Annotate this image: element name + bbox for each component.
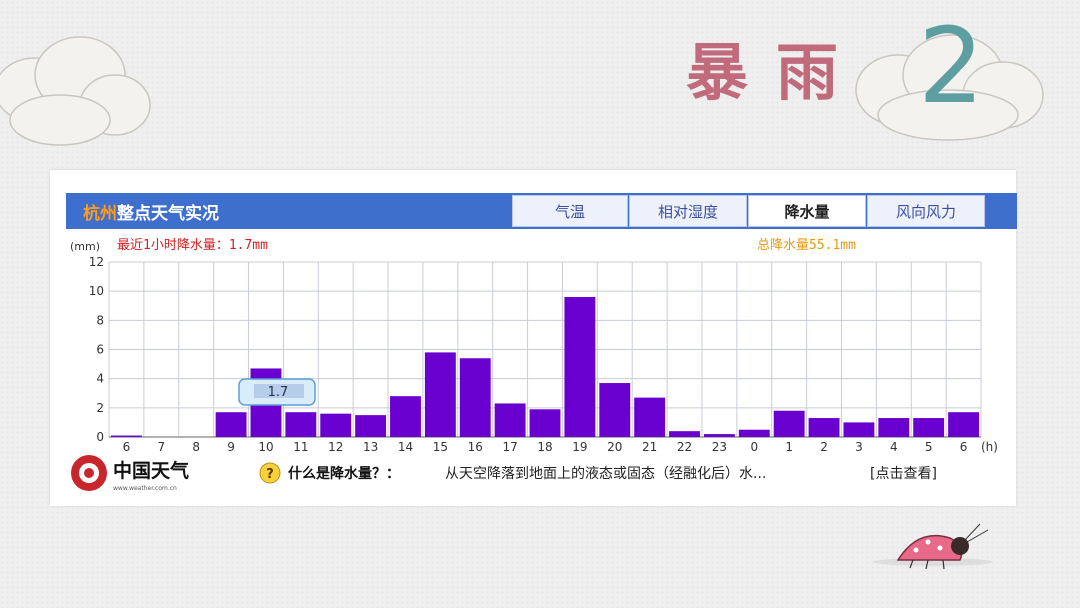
x-tick-label: 7 [157, 440, 165, 454]
bar[interactable] [320, 413, 352, 437]
bar[interactable] [948, 412, 979, 437]
x-tick-label: 11 [293, 440, 308, 454]
bar[interactable] [355, 415, 387, 437]
bar[interactable] [494, 403, 526, 437]
help-icon[interactable]: ? [259, 462, 281, 484]
x-tick-label: 16 [468, 440, 483, 454]
x-tick-label: 10 [258, 440, 273, 454]
x-tick-label: 14 [398, 440, 413, 454]
y-axis-unit: (mm) [70, 240, 100, 253]
bar[interactable] [459, 358, 491, 437]
svg-text:?: ? [266, 467, 274, 482]
y-tick-label: 0 [96, 430, 104, 444]
logo-text: 中国天气 [113, 459, 189, 482]
bar[interactable] [913, 418, 945, 437]
logo-url: www.weather.com.cn [113, 485, 177, 492]
bar[interactable] [529, 409, 561, 437]
x-tick-label: 19 [572, 440, 587, 454]
x-tick-label: 9 [227, 440, 235, 454]
x-tick-label: 22 [677, 440, 692, 454]
x-axis-unit: (h) [981, 440, 998, 454]
x-tick-label: 21 [642, 440, 657, 454]
ladybug-decoration [873, 523, 993, 570]
x-tick-label: 5 [925, 440, 933, 454]
bar[interactable] [564, 297, 596, 437]
bar[interactable] [285, 412, 317, 437]
bar[interactable] [773, 410, 805, 437]
x-tick-label: 18 [537, 440, 552, 454]
bar[interactable] [669, 431, 700, 437]
x-tick-label: 15 [433, 440, 448, 454]
cloud-left-decoration [0, 36, 151, 146]
bar[interactable] [599, 383, 631, 437]
faq-question: 什么是降水量？： [288, 465, 400, 482]
weather-widget: 杭州整点天气实况 气温 相对湿度 降水量 风向风力 最近1小时降水量：1.7mm… [50, 170, 1017, 506]
bar[interactable] [111, 435, 142, 437]
recent-precip-text: 最近1小时降水量：1.7mm [117, 238, 268, 253]
x-tick-label: 6 [960, 440, 968, 454]
faq-answer: 从天空降落到地面上的液态或固态（经融化后）水... [445, 466, 766, 482]
bar[interactable] [738, 429, 770, 437]
x-tick-label: 23 [712, 440, 727, 454]
bar[interactable] [878, 418, 910, 437]
bar[interactable] [215, 412, 247, 437]
bar[interactable] [703, 434, 735, 437]
x-tick-label: 6 [123, 440, 131, 454]
y-tick-label: 12 [89, 255, 104, 269]
x-tick-label: 20 [607, 440, 622, 454]
bar[interactable] [634, 397, 666, 437]
y-tick-label: 2 [96, 401, 104, 415]
slide-title: 暴雨 [686, 36, 867, 109]
x-tick-label: 4 [890, 440, 898, 454]
y-tick-label: 6 [96, 343, 104, 357]
y-tick-label: 4 [96, 372, 104, 386]
x-tick-label: 2 [820, 440, 828, 454]
y-tick-label: 10 [89, 284, 104, 298]
weather-logo [71, 455, 107, 491]
faq-link[interactable]: [点击查看] [870, 466, 937, 482]
bar[interactable] [808, 418, 840, 437]
x-tick-label: 1 [785, 440, 793, 454]
bar[interactable] [843, 422, 875, 437]
y-tick-label: 8 [96, 313, 104, 327]
bar[interactable] [424, 352, 456, 437]
value-tooltip: 1.7 [238, 378, 316, 406]
x-tick-label: 13 [363, 440, 378, 454]
x-tick-label: 17 [502, 440, 517, 454]
precipitation-chart: 最近1小时降水量：1.7mm 总降水量55.1mm (mm) 024681012… [70, 238, 998, 492]
x-tick-label: 3 [855, 440, 863, 454]
slide-number: 2 [918, 5, 985, 127]
tooltip-value: 1.7 [268, 385, 289, 400]
total-precip-text: 总降水量55.1mm [757, 238, 856, 253]
x-tick-label: 12 [328, 440, 343, 454]
x-tick-label: 0 [750, 440, 758, 454]
x-tick-label: 8 [192, 440, 200, 454]
bar[interactable] [390, 396, 421, 437]
